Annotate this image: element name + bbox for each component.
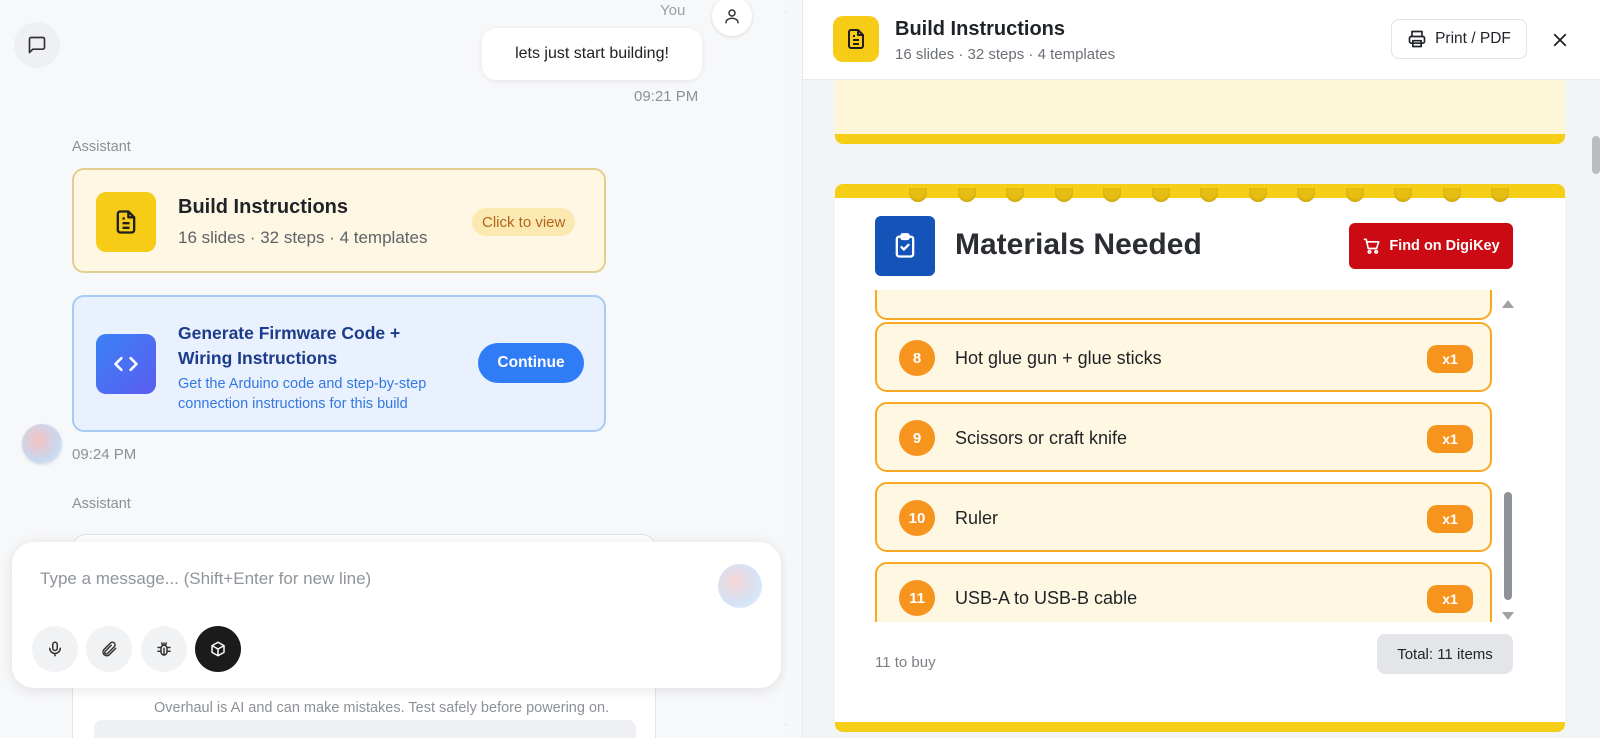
printer-icon bbox=[1408, 30, 1426, 48]
build-instructions-viewer: Build Instructions 16 slides · 32 steps … bbox=[802, 0, 1600, 738]
find-on-digikey-button[interactable]: Find on DigiKey bbox=[1349, 223, 1513, 269]
firmware-card: Generate Firmware Code + Wiring Instruct… bbox=[72, 295, 606, 432]
list-item: 8 Hot glue gun + glue sticks x1 bbox=[875, 322, 1492, 392]
item-name: Scissors or craft knife bbox=[955, 428, 1128, 448]
user-icon bbox=[725, 9, 739, 24]
scroll-up-arrow-icon[interactable] bbox=[1502, 300, 1514, 308]
digikey-label: Find on DigiKey bbox=[1389, 238, 1500, 254]
viewer-header: Build Instructions 16 slides · 32 steps … bbox=[803, 0, 1600, 80]
attach-button[interactable] bbox=[86, 626, 132, 672]
clipboard-icon bbox=[875, 216, 935, 276]
materials-slide: Materials Needed Find on DigiKey 8 Hot g… bbox=[835, 184, 1565, 732]
click-to-view-badge[interactable]: Click to view bbox=[472, 208, 576, 236]
scroll-down-arrow-icon[interactable] bbox=[1502, 612, 1514, 620]
chat-history-button[interactable] bbox=[14, 22, 60, 68]
viewer-scrollbar[interactable] bbox=[1588, 80, 1600, 738]
microphone-button[interactable] bbox=[32, 626, 78, 672]
scroll-up-arrow-icon[interactable] bbox=[785, 4, 786, 12]
item-number: 11 bbox=[899, 580, 935, 616]
assistant-orb bbox=[718, 564, 762, 608]
close-icon bbox=[1553, 33, 1567, 47]
list-item-partial bbox=[875, 290, 1492, 320]
quantity-badge: x1 bbox=[1427, 425, 1473, 453]
notebook-rings bbox=[909, 188, 1509, 204]
code-icon bbox=[96, 334, 156, 394]
debug-button[interactable] bbox=[141, 626, 187, 672]
quantity-badge: x1 bbox=[1427, 585, 1473, 613]
close-viewer-button[interactable] bbox=[1546, 26, 1574, 54]
assistant-message-time: 09:24 PM bbox=[72, 446, 137, 463]
materials-list: 8 Hot glue gun + glue sticks x1 9 Scisso… bbox=[875, 290, 1535, 622]
build-mode-button[interactable] bbox=[195, 626, 241, 672]
cube-icon bbox=[211, 641, 225, 657]
build-card-subtitle: 16 slides · 32 steps · 4 templates bbox=[178, 228, 428, 247]
slide-title: Materials Needed bbox=[955, 228, 1202, 261]
build-card-title: Build Instructions bbox=[178, 196, 348, 218]
item-number: 10 bbox=[899, 500, 935, 536]
document-icon bbox=[833, 16, 879, 62]
viewer-title: Build Instructions bbox=[895, 18, 1065, 40]
microphone-icon bbox=[49, 641, 61, 657]
user-label: You bbox=[660, 2, 686, 19]
materials-scroll-thumb[interactable] bbox=[1504, 492, 1512, 600]
scroll-down-arrow-icon[interactable] bbox=[785, 724, 786, 732]
items-to-buy: 11 to buy bbox=[875, 654, 936, 671]
item-number: 9 bbox=[899, 420, 935, 456]
paperclip-icon bbox=[102, 641, 117, 657]
message-square-icon bbox=[28, 36, 46, 54]
cart-icon bbox=[1363, 238, 1380, 254]
wiring-table-header bbox=[94, 720, 636, 738]
message-composer bbox=[12, 542, 781, 688]
quantity-badge: x1 bbox=[1427, 505, 1473, 533]
item-name: USB-A to USB-B cable bbox=[955, 588, 1138, 608]
print-pdf-button[interactable]: Print / PDF bbox=[1391, 19, 1527, 59]
continue-button[interactable]: Continue bbox=[478, 343, 584, 383]
total-items-badge: Total: 11 items bbox=[1377, 634, 1513, 674]
list-item: 9 Scissors or craft knife x1 bbox=[875, 402, 1492, 472]
item-number: 8 bbox=[899, 340, 935, 376]
chat-scrollbar[interactable] bbox=[781, 0, 786, 738]
document-icon bbox=[96, 192, 156, 252]
chat-panel: You lets just start building! 09:21 PM A… bbox=[0, 0, 786, 738]
bug-icon bbox=[157, 642, 171, 656]
message-input[interactable] bbox=[40, 564, 680, 594]
firmware-card-title: Generate Firmware Code + Wiring Instruct… bbox=[178, 323, 401, 368]
assistant-avatar bbox=[22, 424, 62, 464]
print-pdf-label: Print / PDF bbox=[1435, 30, 1511, 47]
assistant-label: Assistant bbox=[72, 139, 131, 155]
item-name: Ruler bbox=[955, 508, 999, 528]
list-item: 10 Ruler x1 bbox=[875, 482, 1492, 552]
build-instructions-card[interactable]: Build Instructions 16 slides · 32 steps … bbox=[72, 168, 606, 273]
materials-scrollbar[interactable] bbox=[1501, 300, 1515, 622]
viewer-subtitle: 16 slides · 32 steps · 4 templates bbox=[895, 46, 1116, 63]
user-message-time: 09:21 PM bbox=[634, 88, 699, 105]
quantity-badge: x1 bbox=[1427, 345, 1473, 373]
viewer-scroll-thumb[interactable] bbox=[1592, 136, 1600, 174]
disclaimer-text: Overhaul is AI and can make mistakes. Te… bbox=[154, 700, 610, 716]
assistant-label: Assistant bbox=[72, 496, 131, 512]
list-item: 11 USB-A to USB-B cable x1 bbox=[875, 562, 1492, 622]
user-message-bubble: lets just start building! bbox=[482, 28, 702, 80]
item-name: Hot glue gun + glue sticks bbox=[955, 348, 1162, 368]
firmware-card-subtitle: Get the Arduino code and step-by-step co… bbox=[178, 376, 427, 412]
user-avatar bbox=[712, 0, 752, 36]
